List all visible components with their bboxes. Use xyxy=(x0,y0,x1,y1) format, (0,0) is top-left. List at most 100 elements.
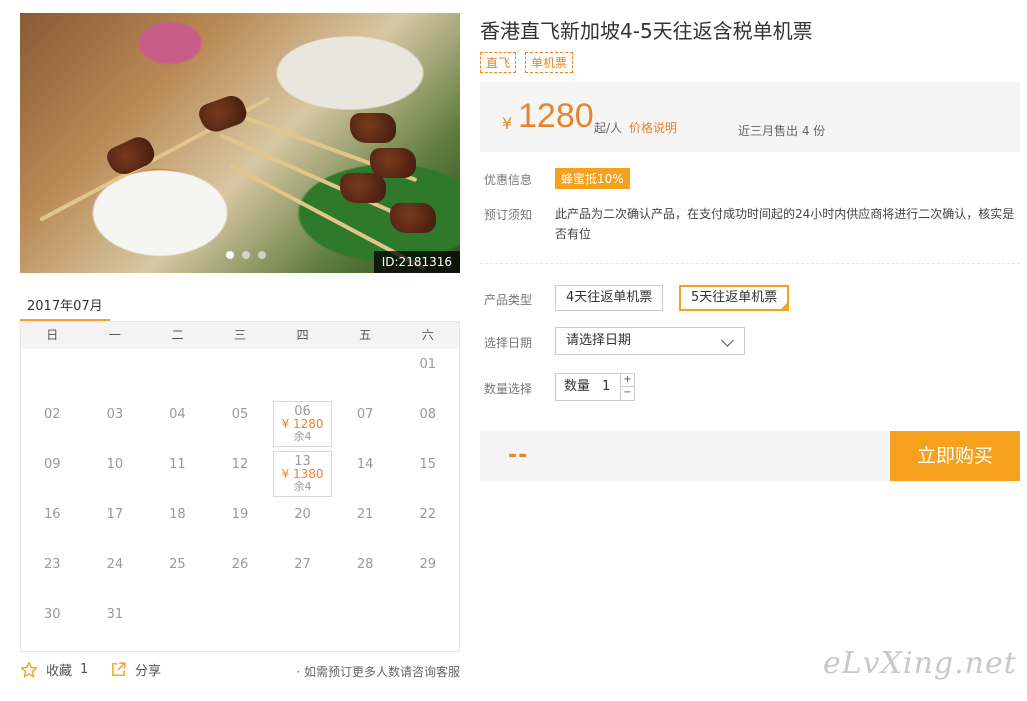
date-label: 选择日期 xyxy=(484,336,533,350)
meat-decoration xyxy=(350,113,396,143)
calendar-day-number: 27 xyxy=(294,557,311,572)
carousel-dot[interactable] xyxy=(226,251,234,259)
calendar-day: 20 xyxy=(271,499,334,549)
calendar-day: 07 xyxy=(334,399,397,449)
calendar-day-number: 10 xyxy=(106,457,124,472)
weekday-label: 日 xyxy=(46,328,59,342)
quantity-label: 数量选择 xyxy=(484,382,533,396)
calendar-day-number: 12 xyxy=(231,457,249,472)
calendar-day-number: 31 xyxy=(106,607,124,622)
notice-label: 预订须知 xyxy=(484,208,533,222)
purchase-bar: -- 立即购买 xyxy=(480,431,1020,481)
promo-badge: 蜂蜜抵10% xyxy=(555,168,630,189)
calendar-day-number: 09 xyxy=(44,457,61,472)
calendar-empty-cell xyxy=(84,349,147,399)
calendar-day: 10 xyxy=(84,449,147,499)
calendar-day-number: 24 xyxy=(106,557,124,572)
calendar-day: 18 xyxy=(146,499,209,549)
calendar-day-number: 25 xyxy=(169,557,186,572)
calendar-month-tab[interactable]: 2017年07月 xyxy=(20,288,110,322)
calendar-day: 30 xyxy=(21,599,84,649)
calendar-day: 09 xyxy=(21,449,84,499)
chevron-down-icon xyxy=(721,334,734,347)
meat-decoration xyxy=(390,203,436,233)
calendar-day-number: 18 xyxy=(169,507,186,522)
date-select-value: 请选择日期 xyxy=(566,333,632,348)
group-booking-note: · 如需预订更多人数请咨询客服 xyxy=(296,665,460,679)
calendar-day: 25 xyxy=(146,549,209,599)
weekday-label: 六 xyxy=(421,328,434,342)
calendar-day-number: 26 xyxy=(231,557,249,572)
favorite-label: 收藏 xyxy=(46,664,73,679)
quantity-stepper: 数量 1 + − xyxy=(555,373,635,401)
calendar-day-number: 30 xyxy=(44,607,61,622)
star-icon xyxy=(20,661,38,677)
carousel-dot[interactable] xyxy=(258,251,266,259)
calendar-empty-cell xyxy=(21,349,84,399)
calendar-day: 01 xyxy=(396,349,459,399)
calendar-day: 29 xyxy=(396,549,459,599)
product-type-option-4day[interactable]: 4天往返单机票 xyxy=(555,285,664,311)
share-label: 分享 xyxy=(135,664,162,679)
calendar-day-number: 29 xyxy=(419,557,436,572)
calendar-day-number: 14 xyxy=(356,457,374,472)
calendar-day: 31 xyxy=(84,599,147,649)
price-panel: ¥ 1280 起/人 价格说明 近三月售出 4 份 xyxy=(480,82,1020,152)
calendar-day-number: 17 xyxy=(106,507,124,522)
currency-symbol: ¥ xyxy=(502,114,513,133)
weekday-label: 四 xyxy=(296,328,309,342)
booking-notice: 此产品为二次确认产品，在支付成功时间起的24小时内供应商将进行二次确认，核实是否… xyxy=(555,207,1015,241)
favorite-count: 1 xyxy=(80,662,89,677)
calendar-day-number: 28 xyxy=(356,557,374,572)
product-image[interactable]: ID:2181316 xyxy=(20,13,460,273)
calendar-empty-cell xyxy=(271,349,334,399)
weekday-label: 一 xyxy=(108,328,121,342)
section-divider xyxy=(480,263,1020,264)
calendar-empty-cell xyxy=(334,349,397,399)
site-watermark: eLvXing.net xyxy=(823,646,1017,681)
share-icon xyxy=(112,662,126,676)
quantity-increment-button[interactable]: + xyxy=(620,374,634,387)
calendar-day-number: 08 xyxy=(419,407,436,422)
share-button[interactable]: 分享 xyxy=(110,660,161,679)
product-type-option-5day[interactable]: 5天往返单机票 xyxy=(679,285,790,311)
calendar-day-number: 04 xyxy=(169,407,186,422)
calendar-day: 19 xyxy=(209,499,272,549)
sales-count: 近三月售出 4 份 xyxy=(738,124,826,138)
calendar-day-available[interactable]: 13 ¥ 1380 余4 xyxy=(271,449,334,499)
price-explain-link[interactable]: 价格说明 xyxy=(629,119,677,136)
calendar-day-border xyxy=(273,451,332,497)
calendar-day: 22 xyxy=(396,499,459,549)
carousel-dot[interactable] xyxy=(242,251,250,259)
price-amount: 1280 xyxy=(518,97,594,135)
calendar-day: 16 xyxy=(21,499,84,549)
weekday-label: 二 xyxy=(171,328,184,342)
calendar-empty-cell xyxy=(209,349,272,399)
calendar-day: 11 xyxy=(146,449,209,499)
buy-now-button[interactable]: 立即购买 xyxy=(890,431,1020,481)
quantity-decrement-button[interactable]: − xyxy=(620,387,634,400)
calendar-day-number: 19 xyxy=(231,507,249,522)
calendar-day-available[interactable]: 06 ¥ 1280 余4 xyxy=(271,399,334,449)
date-select[interactable]: 请选择日期 xyxy=(555,327,745,355)
calendar-day: 08 xyxy=(396,399,459,449)
calendar-weekday-header: 日 一 二 三 四 五 六 xyxy=(21,322,459,349)
product-tags: 直飞 单机票 xyxy=(480,52,574,73)
calendar-day: 05 xyxy=(209,399,272,449)
meat-decoration xyxy=(340,173,386,203)
calendar-day: 02 xyxy=(21,399,84,449)
calendar-day: 28 xyxy=(334,549,397,599)
product-type-label: 产品类型 xyxy=(484,293,533,307)
weekday-label: 五 xyxy=(359,328,372,342)
product-title: 香港直飞新加坡4-5天往返含税单机票 xyxy=(480,19,813,43)
calendar: 日 一 二 三 四 五 六 01 02 03 04 05 06 ¥ 1280 余4 07 08 09… xyxy=(20,321,460,652)
promo-label: 优惠信息 xyxy=(484,173,533,187)
calendar-day-grid: 01 02 03 04 05 06 ¥ 1280 余4 07 08 09 10 11 12 13 ¥ 1380… xyxy=(21,349,459,649)
calendar-day-number: 05 xyxy=(231,407,249,422)
calendar-day-number: 02 xyxy=(44,407,61,422)
calendar-day-number: 03 xyxy=(106,407,124,422)
quantity-value[interactable]: 1 xyxy=(602,374,610,400)
total-price: -- xyxy=(508,443,529,468)
favorite-button[interactable]: 收藏 1 xyxy=(20,660,88,679)
calendar-day-number: 21 xyxy=(356,507,374,522)
